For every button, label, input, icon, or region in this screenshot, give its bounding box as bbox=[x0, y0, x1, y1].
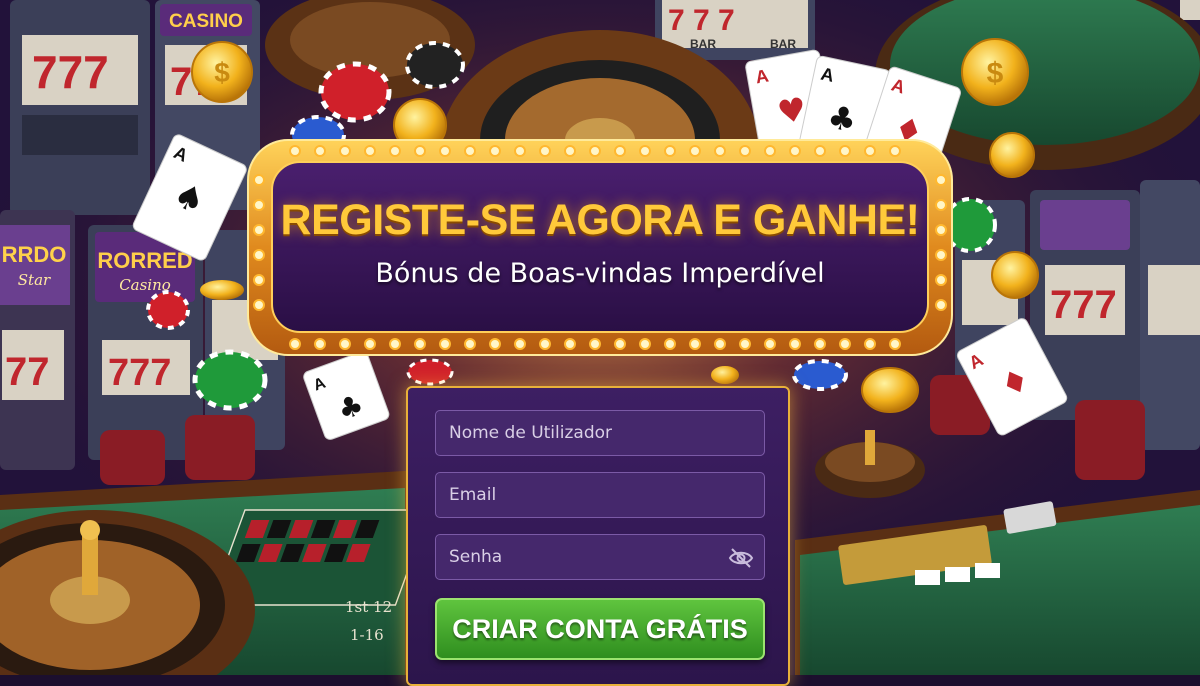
marquee-bulb bbox=[714, 145, 726, 157]
marquee-bulb bbox=[839, 145, 851, 157]
svg-text:$: $ bbox=[214, 57, 230, 88]
marquee-bulb bbox=[814, 338, 826, 350]
marquee-bulb bbox=[889, 338, 901, 350]
marquee-bulb bbox=[614, 338, 626, 350]
username-input[interactable] bbox=[436, 411, 764, 455]
marquee-bulb bbox=[935, 299, 947, 311]
marquee-bulb bbox=[864, 145, 876, 157]
eye-off-icon[interactable] bbox=[728, 546, 754, 570]
promo-subheadline: Bónus de Boas-vindas Imperdível bbox=[375, 258, 825, 289]
slot-sign-casino: CASINO bbox=[169, 11, 243, 32]
svg-text:777: 777 bbox=[108, 352, 171, 394]
table-label-1-16: 1-16 bbox=[350, 626, 384, 644]
marquee-bulb bbox=[289, 145, 301, 157]
marquee-bulb bbox=[764, 338, 776, 350]
marquee-bulb bbox=[253, 174, 265, 186]
marquee-bulb bbox=[414, 145, 426, 157]
marquee-bulb bbox=[339, 145, 351, 157]
marquee-bulb bbox=[864, 338, 876, 350]
create-account-button[interactable]: CRIAR CONTA GRÁTIS bbox=[435, 598, 765, 660]
marquee-bulb bbox=[389, 338, 401, 350]
marquee-bulb bbox=[489, 338, 501, 350]
marquee-sign bbox=[247, 139, 953, 356]
marquee-bulb bbox=[689, 338, 701, 350]
marquee-bulb bbox=[639, 145, 651, 157]
password-field bbox=[435, 534, 765, 580]
password-input[interactable] bbox=[436, 535, 764, 579]
email-field bbox=[435, 472, 765, 518]
marquee-bulb bbox=[664, 338, 676, 350]
svg-text:$: $ bbox=[987, 57, 1004, 90]
marquee-bulb bbox=[414, 338, 426, 350]
marquee-bulb bbox=[253, 299, 265, 311]
marquee-bulb bbox=[614, 145, 626, 157]
marquee-bulb bbox=[839, 338, 851, 350]
svg-text:77: 77 bbox=[5, 350, 50, 394]
svg-text:BAR: BAR bbox=[770, 37, 796, 51]
marquee-bulb bbox=[289, 338, 301, 350]
marquee-bulb bbox=[564, 145, 576, 157]
marquee-bulb bbox=[564, 338, 576, 350]
svg-text:BAR: BAR bbox=[690, 37, 716, 51]
marquee-bulb bbox=[689, 145, 701, 157]
marquee-bulb bbox=[464, 338, 476, 350]
marquee-bulb bbox=[739, 338, 751, 350]
marquee-bulb bbox=[664, 145, 676, 157]
signup-form: CRIAR CONTA GRÁTIS bbox=[406, 386, 790, 686]
marquee-bulb bbox=[935, 174, 947, 186]
marquee-bulb bbox=[389, 145, 401, 157]
marquee-bulb bbox=[789, 338, 801, 350]
marquee-bulb bbox=[539, 338, 551, 350]
marquee-bulb bbox=[714, 338, 726, 350]
marquee-bulb bbox=[764, 145, 776, 157]
marquee-bulb bbox=[739, 145, 751, 157]
marquee-bulb bbox=[814, 145, 826, 157]
promo-headline: REGISTE-SE AGORA E GANHE! bbox=[280, 196, 920, 244]
email-input[interactable] bbox=[436, 473, 764, 517]
marquee-bulb bbox=[364, 338, 376, 350]
marquee-bulb bbox=[364, 145, 376, 157]
svg-text:777: 777 bbox=[1050, 283, 1117, 327]
marquee-bulb bbox=[439, 338, 451, 350]
marquee-bulb bbox=[464, 145, 476, 157]
marquee-bulb bbox=[539, 145, 551, 157]
marquee-bulb bbox=[589, 338, 601, 350]
marquee-bulb bbox=[489, 145, 501, 157]
marquee-bulb bbox=[314, 338, 326, 350]
marquee-bulb bbox=[439, 145, 451, 157]
marquee-bulb bbox=[514, 338, 526, 350]
marquee-bulb bbox=[339, 338, 351, 350]
marquee-bulb bbox=[639, 338, 651, 350]
username-field bbox=[435, 410, 765, 456]
marquee-bulb bbox=[789, 145, 801, 157]
marquee-bulb bbox=[889, 145, 901, 157]
marquee-bulb bbox=[514, 145, 526, 157]
marquee-bulb bbox=[589, 145, 601, 157]
table-label-1st12: 1st 12 bbox=[345, 598, 392, 616]
svg-text:777: 777 bbox=[32, 46, 109, 98]
svg-text:7 7 7: 7 7 7 bbox=[668, 4, 735, 37]
marquee-bulb bbox=[314, 145, 326, 157]
roulette-table-bottom: 1st 12 1-16 bbox=[0, 470, 432, 675]
